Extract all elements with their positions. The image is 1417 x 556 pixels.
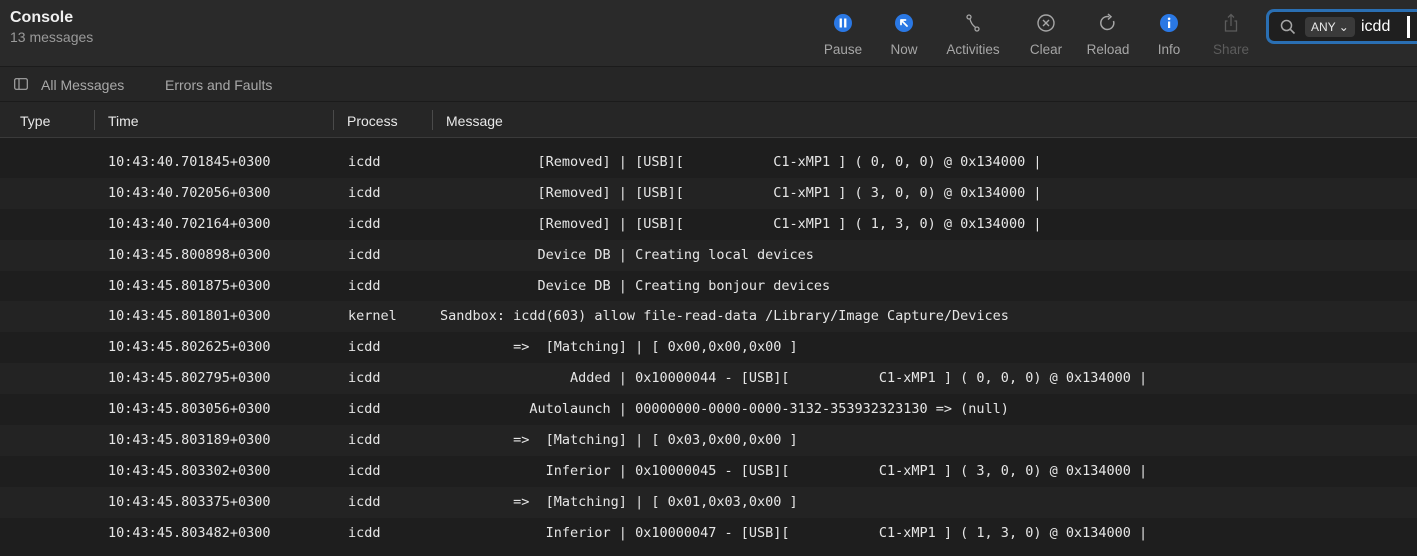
table-row[interactable]: 10:43:40.702056+0300 icdd [Removed] | [US…	[0, 177, 1417, 209]
search-scope-token[interactable]: ANY ⌄	[1305, 17, 1355, 37]
table-header: Type Time Process Message	[0, 102, 1417, 138]
column-divider[interactable]	[432, 110, 433, 130]
row-message: Added | 0x10000044 - [USB][ C1-xMP1 ] ( …	[440, 370, 1148, 387]
message-count: 13 messages	[10, 29, 94, 45]
share-icon	[1224, 13, 1238, 32]
filter-all-messages[interactable]: All Messages	[41, 76, 124, 94]
filter-errors-and-faults[interactable]: Errors and Faults	[165, 76, 272, 94]
table-row[interactable]: 10:43:45.802625+0300 icdd => [Matching] |…	[0, 332, 1417, 363]
row-message: Device DB | Creating local devices	[440, 246, 814, 263]
text-cursor	[1407, 16, 1410, 38]
row-message: [Removed] | [USB][ C1-xMP1 ] ( 1, 3, 0) …	[440, 215, 1042, 232]
info-icon	[1160, 14, 1178, 32]
row-process: icdd	[348, 277, 381, 294]
activities-label: Activities	[946, 42, 1000, 57]
pause-label: Pause	[823, 42, 863, 57]
column-divider[interactable]	[94, 110, 95, 130]
table-row[interactable]: 10:43:45.802795+0300 icdd Added | 0x10000…	[0, 363, 1417, 395]
row-process: icdd	[348, 432, 381, 449]
row-time: 10:43:40.702056+0300	[108, 184, 271, 201]
share-button[interactable]: Share	[1201, 12, 1261, 62]
table-row[interactable]: 10:43:45.801875+0300 icdd Device DB | Cre…	[0, 271, 1417, 302]
row-process: icdd	[348, 154, 381, 170]
table-row[interactable]: 10:43:40.702164+0300 icdd [Removed] | [US…	[0, 209, 1417, 240]
row-process: icdd	[348, 370, 381, 387]
column-header-process[interactable]: Process	[347, 112, 398, 130]
activities-button[interactable]: Activities	[943, 12, 1003, 62]
row-process: icdd	[348, 339, 381, 356]
search-icon	[1280, 19, 1296, 35]
pause-icon	[834, 14, 852, 32]
row-message: [Removed] | [USB][ C1-xMP1 ] ( 0, 0, 0) …	[440, 154, 1042, 170]
now-button[interactable]: Now	[874, 12, 934, 62]
row-time: 10:43:45.802795+0300	[108, 370, 271, 387]
activities-icon	[966, 14, 980, 32]
row-message: => [Matching] | [ 0x03,0x00,0x00 ]	[440, 432, 798, 449]
row-message: Sandbox: icdd(603) allow file-read-data …	[440, 308, 1009, 325]
column-header-type[interactable]: Type	[20, 112, 50, 130]
row-time: 10:43:45.802625+0300	[108, 339, 271, 356]
row-process: icdd	[348, 493, 381, 510]
column-header-time[interactable]: Time	[108, 112, 139, 130]
row-process: icdd	[348, 524, 381, 541]
row-process: icdd	[348, 184, 381, 201]
row-time: 10:43:45.801801+0300	[108, 308, 271, 325]
row-message: Inferior | 0x10000047 - [USB][ C1-xMP1 ]…	[440, 524, 1148, 541]
row-message: Autolaunch | 00000000-0000-0000-3132-353…	[440, 401, 1009, 418]
info-button[interactable]: Info	[1139, 12, 1199, 62]
table-row[interactable]: 10:43:45.803302+0300 icdd Inferior | 0x10…	[0, 456, 1417, 487]
row-process: icdd	[348, 401, 381, 418]
table-row[interactable]: 10:43:45.801801+0300 kernel Sandbox: icdd(…	[0, 301, 1417, 333]
row-process: icdd	[348, 215, 381, 232]
title-block: Console 13 messages	[10, 8, 93, 46]
row-message: => [Matching] | [ 0x01,0x03,0x00 ]	[440, 493, 798, 510]
row-time: 10:43:45.803375+0300	[108, 493, 271, 510]
reload-label: Reload	[1086, 42, 1130, 57]
info-label: Info	[1157, 42, 1181, 57]
row-time: 10:43:45.801875+0300	[108, 277, 271, 294]
row-time: 10:43:40.702164+0300	[108, 215, 271, 232]
row-message: [Removed] | [USB][ C1-xMP1 ] ( 3, 0, 0) …	[440, 184, 1042, 201]
row-process: icdd	[348, 462, 381, 479]
app-title: Console	[10, 9, 74, 26]
search-input[interactable]: icdd	[1361, 16, 1390, 38]
row-time: 10:43:45.803302+0300	[108, 462, 271, 479]
row-message: => [Matching] | [ 0x00,0x00,0x00 ]	[440, 339, 798, 356]
jump-to-now-icon	[895, 14, 913, 32]
table-row[interactable]: 10:43:45.803482+0300 icdd Inferior | 0x10…	[0, 518, 1417, 549]
table-row[interactable]: 10:43:45.800898+0300 icdd Device DB | Cre…	[0, 239, 1417, 271]
table-row[interactable]: 10:43:40.701845+0300 icdd [Removed] | [US…	[0, 147, 1417, 178]
sidebar-toggle-icon[interactable]	[14, 78, 28, 90]
row-time: 10:43:45.803482+0300	[108, 524, 271, 541]
column-divider[interactable]	[333, 110, 334, 130]
table-row[interactable]: 10:43:45.803375+0300 icdd => [Matching] |…	[0, 486, 1417, 518]
row-time: 10:43:45.800898+0300	[108, 246, 271, 263]
filter-bar: All Messages Errors and Faults	[0, 66, 1417, 102]
clear-button[interactable]: Clear	[1016, 12, 1076, 62]
clear-label: Clear	[1029, 42, 1063, 57]
share-label: Share	[1212, 42, 1250, 57]
search-field[interactable]: ANY ⌄ icdd	[1266, 9, 1417, 44]
log-table: 10:43:40.701845+0300 icdd [Removed] | [US…	[0, 147, 1417, 549]
row-message: Device DB | Creating bonjour devices	[440, 277, 831, 294]
clear-icon	[1037, 14, 1055, 32]
row-time: 10:43:45.803189+0300	[108, 432, 271, 449]
table-row[interactable]: 10:43:45.803189+0300 icdd => [Matching] |…	[0, 425, 1417, 456]
table-row[interactable]: 10:43:45.803056+0300 icdd Autolaunch | 00…	[0, 394, 1417, 425]
row-time: 10:43:45.803056+0300	[108, 401, 271, 418]
row-time: 10:43:40.701845+0300	[108, 154, 271, 170]
reload-icon	[1100, 13, 1115, 31]
pause-button[interactable]: Pause	[813, 12, 873, 62]
column-header-message[interactable]: Message	[446, 112, 503, 130]
toolbar: Console 13 messages Pause Now Activities…	[0, 0, 1417, 66]
row-process: kernel	[348, 308, 397, 325]
row-message: Inferior | 0x10000045 - [USB][ C1-xMP1 ]…	[440, 462, 1148, 479]
now-label: Now	[890, 42, 918, 57]
row-process: icdd	[348, 246, 381, 263]
reload-button[interactable]: Reload	[1078, 12, 1138, 62]
